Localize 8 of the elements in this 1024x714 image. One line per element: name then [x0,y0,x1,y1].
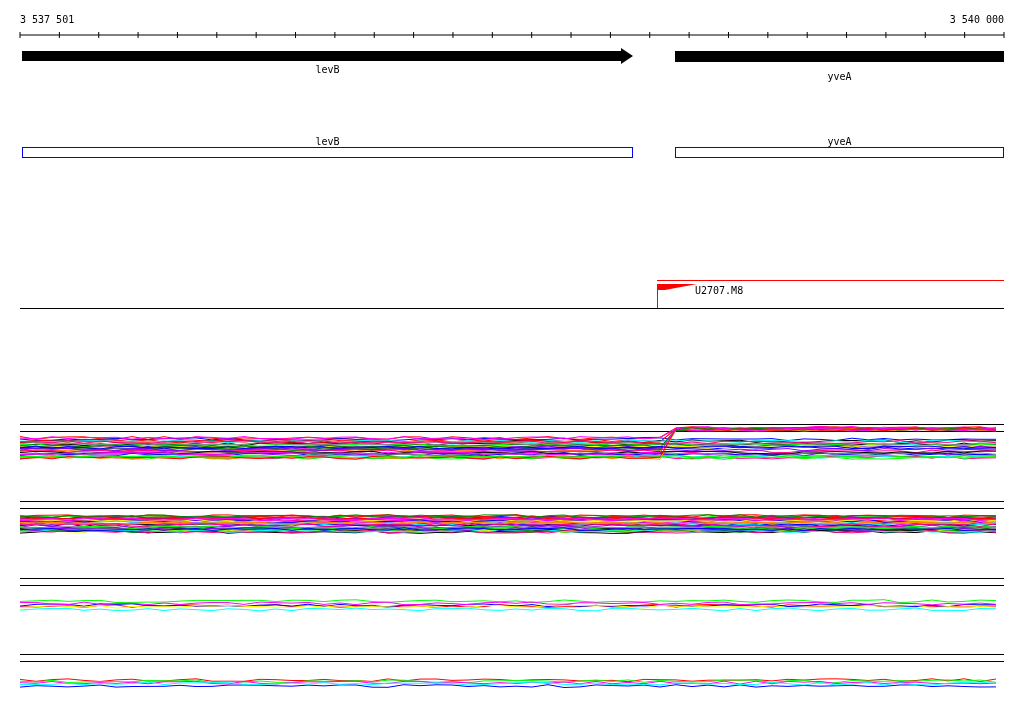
feature-label: yveA [827,136,852,147]
marker-label: U2707.M8 [695,285,744,296]
ruler-end-label: 3 540 000 [949,14,1004,25]
marker-flag-icon [657,284,697,308]
ruler-start-label: 3 537 501 [20,14,75,25]
gene-label: levB [315,64,340,75]
feature-label: levB [315,136,340,147]
gene-label: yveA [827,71,852,82]
